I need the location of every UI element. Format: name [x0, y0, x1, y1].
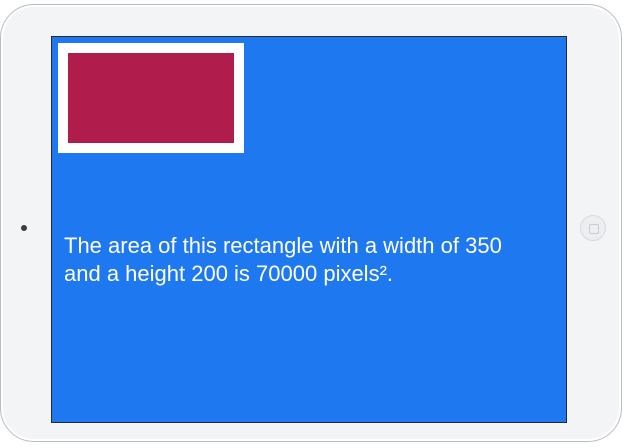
- rectangle-border: [58, 43, 244, 153]
- front-camera-icon: [21, 225, 27, 231]
- area-description-text: The area of this rectangle with a width …: [64, 233, 502, 286]
- tablet-device-frame: The area of this rectangle with a width …: [0, 4, 622, 442]
- home-button-icon[interactable]: [580, 215, 606, 241]
- app-screen: The area of this rectangle with a width …: [51, 36, 567, 423]
- rectangle-shape: [68, 53, 234, 143]
